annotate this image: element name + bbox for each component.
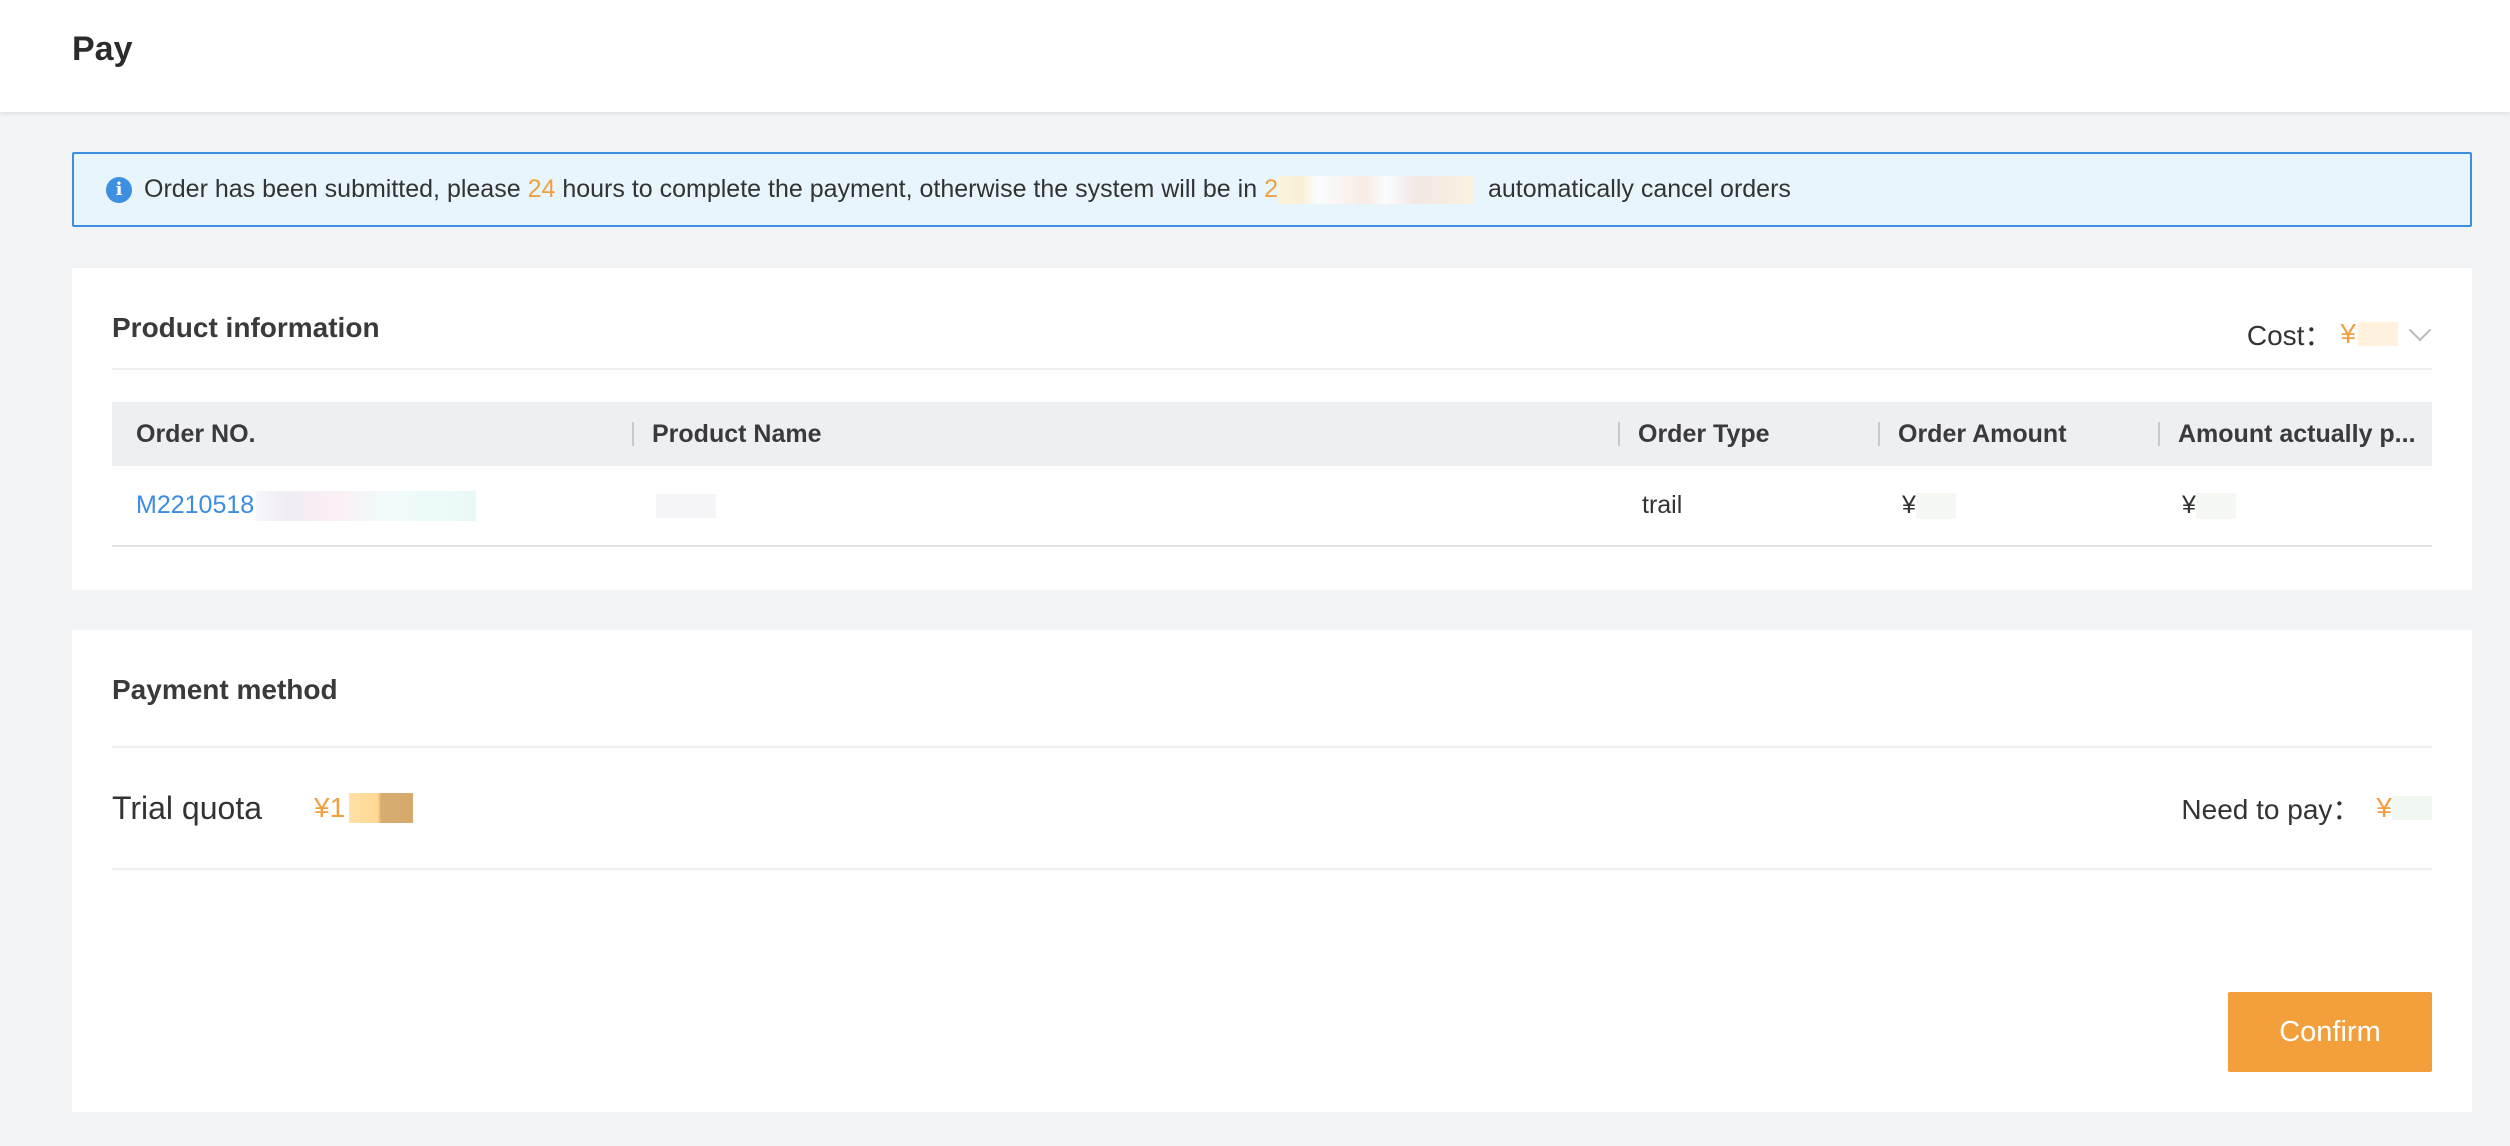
info-icon: i [106,176,132,203]
alert-text-2: hours to complete the payment, otherwise… [562,175,1258,203]
cost-value: ¥ [2340,318,2356,349]
redacted-quota [349,793,414,823]
redacted-order-no [256,490,477,521]
redacted-need-to-pay [2392,796,2432,820]
product-section-title: Product information [112,312,380,343]
cell-order-no[interactable]: M2210518 [112,466,632,545]
order-no-link[interactable]: M2210518 [136,491,254,520]
header-amount-paid: Amount actually p... [2158,402,2432,466]
trial-quota-label: Trial quota [112,789,262,826]
divider [112,368,2432,370]
trial-quota-amount: ¥1 [314,792,346,823]
cell-order-type: trail [1642,491,1683,519]
table-header: Order NO. Product Name Order Type Order … [112,402,2432,466]
trial-quota-value: ¥1 [314,792,414,824]
page-title: Pay [72,30,133,68]
alert-text-3: automatically cancel orders [1487,175,1791,203]
product-information-card: Product information Cost： ¥ Order NO. Pr… [72,268,2472,590]
table-row: M2210518 trail ¥ ¥ [112,466,2432,547]
redacted-amount-paid [2195,492,2236,519]
cell-order-amount: ¥ [1878,466,2158,545]
amount-paid: ¥ [2182,491,2196,519]
confirm-button[interactable]: Confirm [2228,992,2432,1072]
cost-label: Cost： [2246,320,2333,351]
need-to-pay-label: Need to pay： [2181,794,2361,825]
chevron-down-icon[interactable] [2408,318,2432,342]
alert-hours: 24 [527,175,556,203]
cell-amount-paid: ¥ [2158,466,2432,545]
payment-section-title: Payment method [112,674,338,705]
redacted-order-amount [1915,492,1956,519]
divider [112,868,2432,870]
alert-text-1: Order has been submitted, please [144,175,521,203]
redacted-product-name [656,493,716,518]
payment-deadline-alert: i Order has been submitted, please 24 ho… [72,152,2472,227]
redacted-cost [2358,322,2398,346]
header-product-name: Product Name [632,402,1618,466]
header-order-type: Order Type [1618,402,1878,466]
page-header: Pay [0,0,2510,112]
header-order-no: Order NO. [136,419,256,448]
order-table: Order NO. Product Name Order Type Order … [112,402,2432,547]
need-to-pay-value: ¥ [2376,792,2392,823]
trial-quota-row: Trial quota ¥1 Need to pay： ¥ [112,748,2432,868]
payment-method-card: Payment method Trial quota ¥1 Need to pa… [72,630,2472,1112]
cost-summary[interactable]: Cost： ¥ [2247,314,2432,354]
alert-deadline: 2 [1264,175,1278,203]
order-amount: ¥ [1902,491,1916,519]
cell-product-name [632,466,1618,545]
header-order-amount: Order Amount [1878,402,2158,466]
need-to-pay: Need to pay： ¥ [2181,788,2432,828]
redacted-deadline [1277,175,1474,204]
